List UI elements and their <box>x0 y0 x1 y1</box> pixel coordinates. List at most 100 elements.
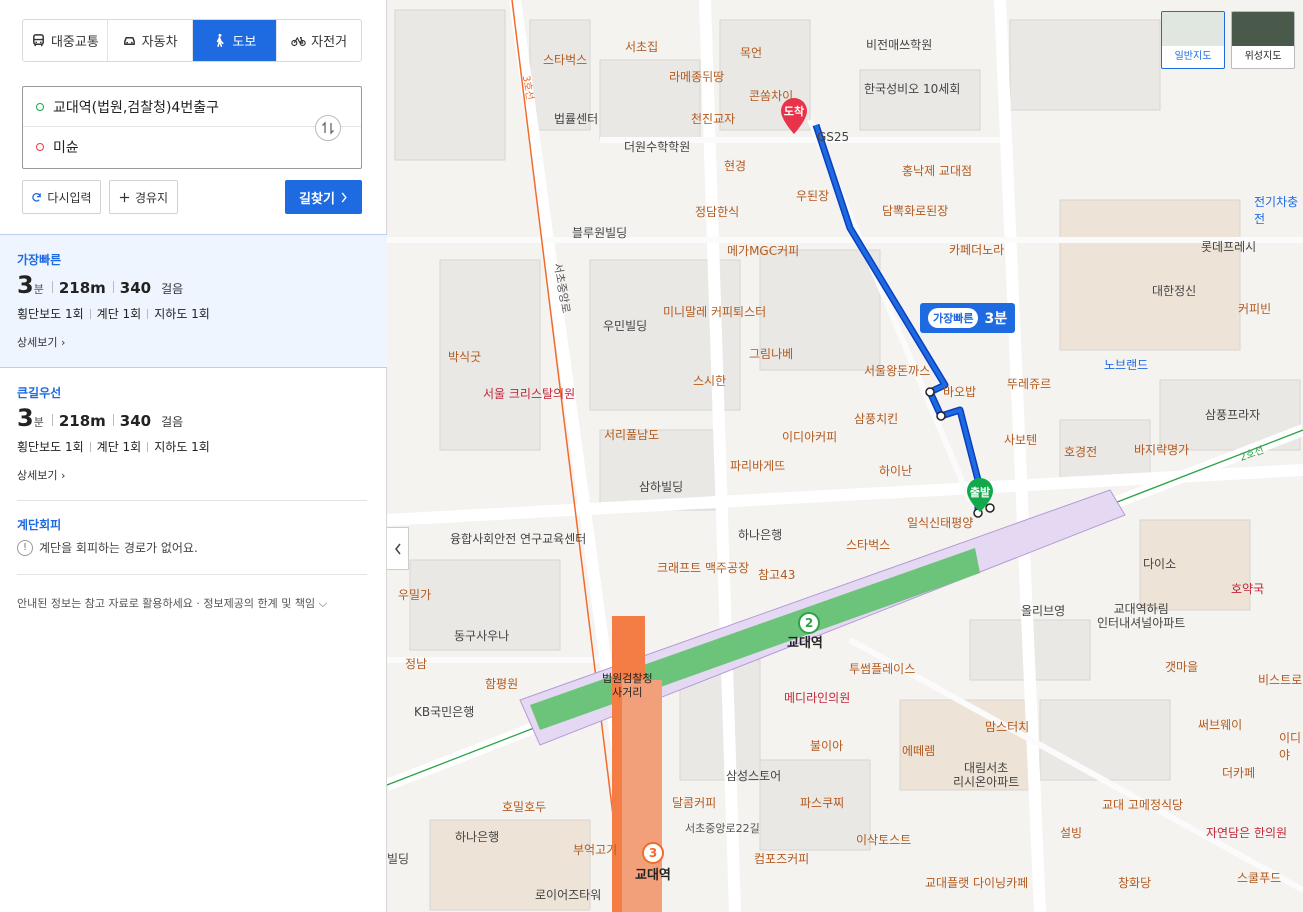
poi-label[interactable]: 사보텐 <box>1004 431 1037 448</box>
poi-label[interactable]: 롯데프레시 <box>1201 238 1256 255</box>
poi-label[interactable]: 서울왕돈까스 <box>864 362 930 379</box>
poi-label[interactable]: 에떼렘 <box>902 742 935 759</box>
poi-label[interactable]: 비전매쓰학원 <box>866 36 932 53</box>
poi-label[interactable]: 그림나베 <box>749 345 793 362</box>
poi-label[interactable]: 법률센터 <box>554 110 598 127</box>
poi-label[interactable]: 교대 고메정식당 <box>1102 796 1183 813</box>
poi-label[interactable]: 스타벅스 <box>846 536 890 553</box>
poi-label[interactable]: GS25 <box>817 130 849 144</box>
poi-label[interactable]: 더원수학학원 <box>624 138 690 155</box>
poi-label[interactable]: 써브웨이 <box>1198 716 1242 733</box>
poi-label[interactable]: 삼풍프라자 <box>1205 406 1260 423</box>
poi-label[interactable]: 스쿨푸드 <box>1237 869 1281 886</box>
poi-label[interactable]: 바지락명가 <box>1134 441 1189 458</box>
poi-label[interactable]: 한국성비오 10세회 <box>864 80 960 97</box>
poi-label[interactable]: 미니말레 커피퇴스터 <box>663 303 766 320</box>
poi-label[interactable]: 메가MGC커피 <box>727 242 799 259</box>
poi-label[interactable]: 서리풀남도 <box>604 426 659 443</box>
map-canvas[interactable]: 도착 출발 가장빠른 3분 2 교대역 3 교대역 법원검찰청 사거리 2호선 … <box>387 0 1303 912</box>
search-route-button[interactable]: 길찾기 <box>285 180 362 214</box>
poi-label[interactable]: 로이어즈타워 <box>535 886 601 903</box>
poi-label[interactable]: 대한정신 <box>1152 282 1196 299</box>
tab-public-transit[interactable]: 대중교통 <box>23 20 108 61</box>
swap-button[interactable] <box>315 115 341 141</box>
poi-label[interactable]: 현경 <box>724 157 746 174</box>
poi-label[interactable]: 서울 크리스탈의원 <box>483 385 575 402</box>
map-type-normal-button[interactable]: 일반지도 <box>1161 11 1225 69</box>
poi-label[interactable]: 비스트로 <box>1258 671 1302 688</box>
poi-label[interactable]: 노브랜드 <box>1104 356 1148 373</box>
tab-walk[interactable]: 도보 <box>192 20 278 61</box>
poi-label[interactable]: 홍낙제 교대점 <box>902 162 972 179</box>
poi-label[interactable]: 올리브영 <box>1021 602 1065 619</box>
poi-label[interactable]: 교대역하림 인터내셔널아파트 <box>1097 602 1185 630</box>
poi-label[interactable]: KB국민은행 <box>414 703 474 720</box>
poi-label[interactable]: 커피빈 <box>1238 300 1271 317</box>
poi-label[interactable]: 자연담은 한의원 <box>1206 824 1287 841</box>
poi-label[interactable]: 부억고기 <box>573 841 617 858</box>
poi-label[interactable]: 목언 <box>740 44 762 61</box>
poi-label[interactable]: 파리바게뜨 <box>730 457 785 474</box>
route-result-main-road[interactable]: 큰길우선 3 분 218m 340 걸음 횡단보도 1회 계단 1회 지하도 1… <box>0 368 387 500</box>
disclaimer-link[interactable]: 안내된 정보는 참고 자료로 활용하세요 · 정보제공의 한계 및 책임 ⌵ <box>17 595 327 611</box>
poi-label[interactable]: 호약국 <box>1231 580 1264 597</box>
map-type-satellite-button[interactable]: 위성지도 <box>1231 11 1295 69</box>
poi-label[interactable]: 파스쿠찌 <box>800 794 844 811</box>
poi-label[interactable]: 삼성스토어 <box>726 767 781 784</box>
poi-label[interactable]: 교대플랫 다이닝카페 <box>925 874 1028 891</box>
poi-label[interactable]: 정남 <box>405 655 427 672</box>
poi-label[interactable]: 천진교자 <box>691 110 735 127</box>
poi-label[interactable]: 융합사회안전 연구교육센터 <box>450 530 586 547</box>
add-waypoint-button[interactable]: 경유지 <box>109 180 178 214</box>
poi-label[interactable]: 콘쏨차이 <box>749 87 793 104</box>
poi-label[interactable]: 갯마을 <box>1165 658 1198 675</box>
poi-label[interactable]: 스시한 <box>693 372 726 389</box>
poi-label[interactable]: 박식굿 <box>448 348 481 365</box>
poi-label[interactable]: 창화당 <box>1118 874 1151 891</box>
poi-label[interactable]: 빌딩 <box>387 850 409 867</box>
poi-label[interactable]: 이삭토스트 <box>856 831 911 848</box>
poi-label[interactable]: 이디아커피 <box>782 428 837 445</box>
poi-label[interactable]: 크래프트 맥주공장 <box>657 559 749 576</box>
detail-link[interactable]: 상세보기 › <box>17 467 65 483</box>
poi-label[interactable]: 하나은행 <box>455 828 499 845</box>
poi-label[interactable]: 담뽁화로된장 <box>882 202 948 219</box>
poi-label[interactable]: 삼풍치킨 <box>854 410 898 427</box>
poi-label[interactable]: 대림서초 리시온아파트 <box>953 761 1019 789</box>
poi-label[interactable]: 함평원 <box>485 675 518 692</box>
poi-label[interactable]: 카페더노라 <box>949 241 1004 258</box>
poi-label[interactable]: 뚜레쥬르 <box>1007 375 1051 392</box>
poi-label[interactable]: 하나은행 <box>738 526 782 543</box>
poi-label[interactable]: 이디야 <box>1279 729 1303 763</box>
destination-field[interactable]: 미슌 <box>23 127 313 167</box>
poi-label[interactable]: 하이난 <box>879 462 912 479</box>
detail-link[interactable]: 상세보기 › <box>17 334 65 350</box>
poi-label[interactable]: 스타벅스 <box>543 51 587 68</box>
poi-label[interactable]: 컴포즈커피 <box>754 850 809 867</box>
reset-button[interactable]: 다시입력 <box>22 180 101 214</box>
poi-label[interactable]: 맘스터치 <box>985 718 1029 735</box>
poi-label[interactable]: 우된장 <box>796 187 829 204</box>
tab-bicycle[interactable]: 자전거 <box>277 20 361 61</box>
poi-label[interactable]: 호밀호두 <box>502 798 546 815</box>
poi-label[interactable]: 다이소 <box>1143 555 1176 572</box>
poi-label[interactable]: 더카페 <box>1222 764 1255 781</box>
poi-label[interactable]: 라메종뒤땅 <box>669 68 724 85</box>
poi-label[interactable]: 설빙 <box>1060 824 1082 841</box>
poi-label[interactable]: 정담한식 <box>695 203 739 220</box>
poi-label[interactable]: 전기차충전 <box>1254 193 1303 227</box>
route-result-fastest[interactable]: 가장빠른 3 분 218m 340 걸음 횡단보도 1회 계단 1회 지하도 1… <box>0 234 387 368</box>
poi-label[interactable]: 삼하빌딩 <box>639 478 683 495</box>
poi-label[interactable]: 우밀가 <box>398 586 431 603</box>
poi-label[interactable]: 바오밥 <box>943 383 976 400</box>
poi-label[interactable]: 일식신태평양 <box>907 514 973 531</box>
origin-field[interactable]: 교대역(법원,검찰청)4번출구 <box>23 87 361 127</box>
poi-label[interactable]: 동구사우나 <box>454 627 509 644</box>
poi-label[interactable]: 투썸플레이스 <box>849 660 915 677</box>
collapse-panel-button[interactable] <box>387 527 409 570</box>
poi-label[interactable]: 불이아 <box>810 737 843 754</box>
poi-label[interactable]: 우민빌딩 <box>603 317 647 334</box>
poi-label[interactable]: 블루원빌딩 <box>572 224 627 241</box>
poi-label[interactable]: 참고43 <box>758 566 795 583</box>
poi-label[interactable]: 메디라인의원 <box>784 689 850 706</box>
